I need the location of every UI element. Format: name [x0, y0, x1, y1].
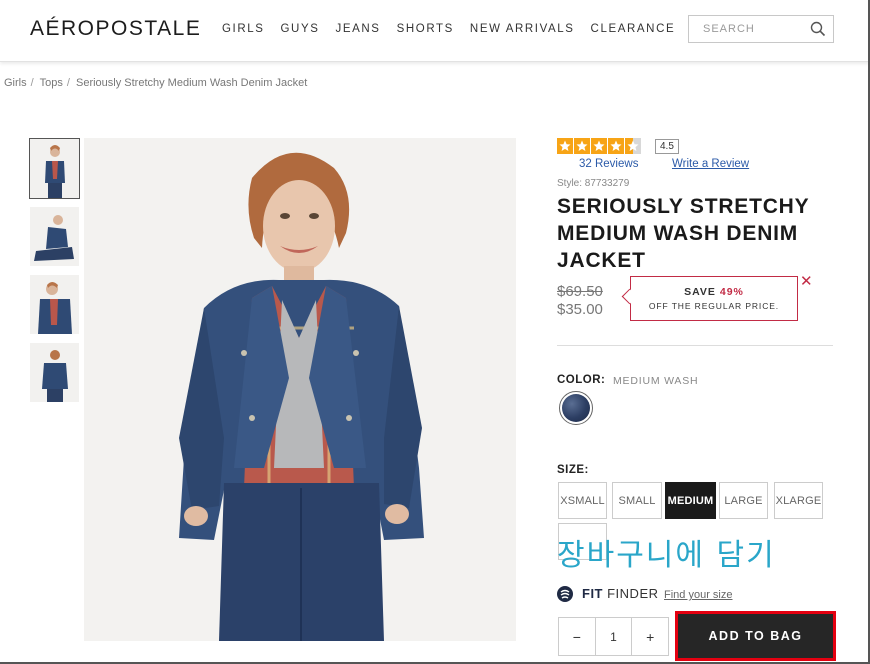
size-large[interactable]: LARGE [719, 482, 768, 519]
star-icon [557, 138, 573, 154]
nav-new-arrivals[interactable]: NEW ARRIVALS [470, 23, 575, 35]
close-icon[interactable]: ✕ [800, 274, 813, 289]
product-main-image[interactable] [84, 138, 516, 641]
size-small[interactable]: SMALL [612, 482, 662, 519]
thumbnail-4[interactable] [30, 343, 79, 402]
add-to-bag-button[interactable]: ADD TO BAG [675, 611, 836, 661]
size-xsmall[interactable]: XSMALL [558, 482, 607, 519]
thumbnail-list [29, 138, 80, 411]
color-label: COLOR: [557, 374, 606, 386]
savings-percent: 49% [719, 286, 744, 298]
nav-clearance[interactable]: CLEARANCE [591, 23, 676, 35]
color-value: MEDIUM WASH [613, 375, 699, 387]
style-number: Style: 87733279 [557, 178, 630, 189]
search-input[interactable] [689, 16, 807, 42]
quantity-decrease-button[interactable]: − [559, 618, 595, 655]
reviews-link[interactable]: 32 Reviews [579, 158, 638, 170]
main-nav: GIRLS GUYS JEANS SHORTS NEW ARRIVALS CLE… [222, 23, 691, 35]
product-title: SERIOUSLY STRETCHY MEDIUM WASH DENIM JAC… [557, 195, 810, 272]
size-label: SIZE: [557, 464, 589, 476]
size-xlarge[interactable]: XLARGE [774, 482, 823, 519]
star-icon [591, 138, 607, 154]
thumbnail-1[interactable] [29, 138, 80, 199]
search-box [688, 15, 834, 43]
fit-finder-rest: FINDER [603, 586, 659, 601]
size-medium[interactable]: MEDIUM [665, 482, 716, 519]
savings-prefix: SAVE [684, 286, 716, 298]
write-review-link[interactable]: Write a Review [672, 158, 749, 170]
star-icon [608, 138, 624, 154]
rating-value: 4.5 [655, 139, 679, 154]
fit-finder-icon [557, 586, 573, 602]
star-icon [574, 138, 590, 154]
rating-stars[interactable] [557, 138, 641, 154]
savings-headline: SAVE 49% [631, 286, 797, 298]
nav-jeans[interactable]: JEANS [336, 23, 381, 35]
regular-price: $69.50 [557, 283, 603, 300]
half-star-icon [625, 138, 641, 154]
site-header: AÉROPOSTALE GIRLS GUYS JEANS SHORTS NEW … [0, 0, 870, 62]
rating-row: 4.5 [557, 138, 679, 156]
nav-shorts[interactable]: SHORTS [397, 23, 454, 35]
breadcrumb-girls[interactable]: Girls [4, 77, 27, 89]
quantity-stepper: − 1 + [558, 617, 669, 656]
search-icon[interactable] [810, 21, 826, 37]
swatch-fill [562, 394, 590, 422]
breadcrumb-separator: / [66, 77, 70, 89]
savings-tooltip: SAVE 49% OFF THE REGULAR PRICE. [630, 276, 798, 321]
site-logo[interactable]: AÉROPOSTALE [30, 17, 201, 41]
sale-price: $35.00 [557, 301, 603, 318]
fit-finder-label: FIT FINDER [582, 586, 659, 601]
add-to-cart-annotation: 장바구니에 담기 [557, 538, 776, 573]
find-your-size-link[interactable]: Find your size [664, 589, 732, 601]
savings-subtext: OFF THE REGULAR PRICE. [648, 301, 780, 311]
thumbnail-2[interactable] [30, 207, 79, 266]
breadcrumb: Girls / Tops / Seriously Stretchy Medium Was… [4, 77, 311, 89]
quantity-input[interactable]: 1 [594, 618, 633, 655]
divider [557, 345, 833, 346]
nav-girls[interactable]: GIRLS [222, 23, 265, 35]
breadcrumb-current: Seriously Stretchy Medium Wash Denim Jac… [75, 77, 308, 89]
nav-guys[interactable]: GUYS [281, 23, 320, 35]
add-to-bag-label: ADD TO BAG [708, 629, 803, 643]
quantity-increase-button[interactable]: + [632, 618, 668, 655]
thumbnail-3[interactable] [30, 275, 79, 334]
breadcrumb-separator: / [30, 77, 34, 89]
fit-finder-bold: FIT [582, 586, 603, 601]
color-swatch-medium-wash[interactable] [559, 391, 593, 425]
breadcrumb-tops[interactable]: Tops [40, 77, 63, 89]
